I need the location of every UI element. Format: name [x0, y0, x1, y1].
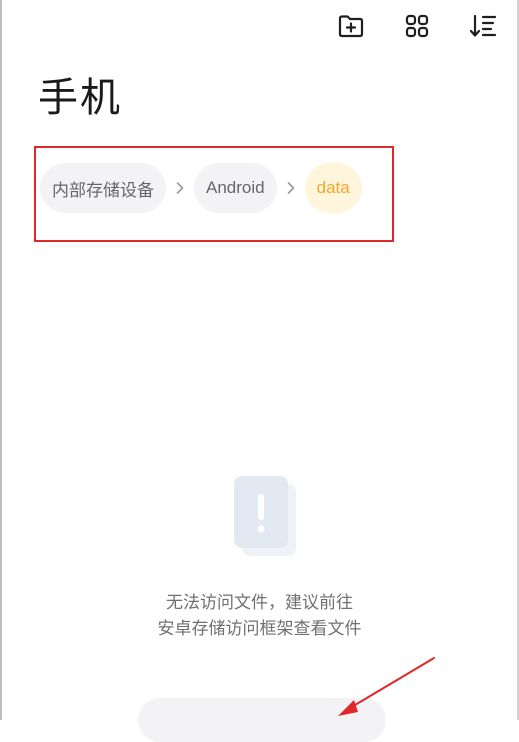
- new-folder-icon: [338, 15, 364, 38]
- breadcrumb-item-data[interactable]: data: [304, 163, 362, 213]
- chevron-right-icon: [166, 181, 194, 195]
- breadcrumb: 内部存储设备 Android data: [40, 162, 362, 214]
- open-saf-button[interactable]: [138, 698, 386, 742]
- breadcrumb-item-android[interactable]: Android: [194, 163, 277, 213]
- sort-icon: [469, 14, 497, 37]
- chevron-right-icon: [277, 181, 305, 195]
- empty-state-line-2: 安卓存储访问框架查看文件: [157, 619, 362, 639]
- page-title: 手机: [38, 75, 122, 121]
- warning-file-icon: [232, 474, 298, 558]
- grid-view-button[interactable]: [399, 8, 435, 44]
- top-toolbar: [333, 8, 501, 44]
- breadcrumb-item-internal-storage[interactable]: 内部存储设备: [40, 163, 166, 213]
- sort-button[interactable]: [465, 8, 501, 44]
- empty-state-message: 无法访问文件，建议前往 安卓存储访问框架查看文件: [0, 590, 519, 642]
- empty-state-line-1: 无法访问文件，建议前往: [166, 593, 353, 613]
- grid-view-icon: [405, 14, 429, 38]
- new-folder-button[interactable]: [333, 8, 369, 44]
